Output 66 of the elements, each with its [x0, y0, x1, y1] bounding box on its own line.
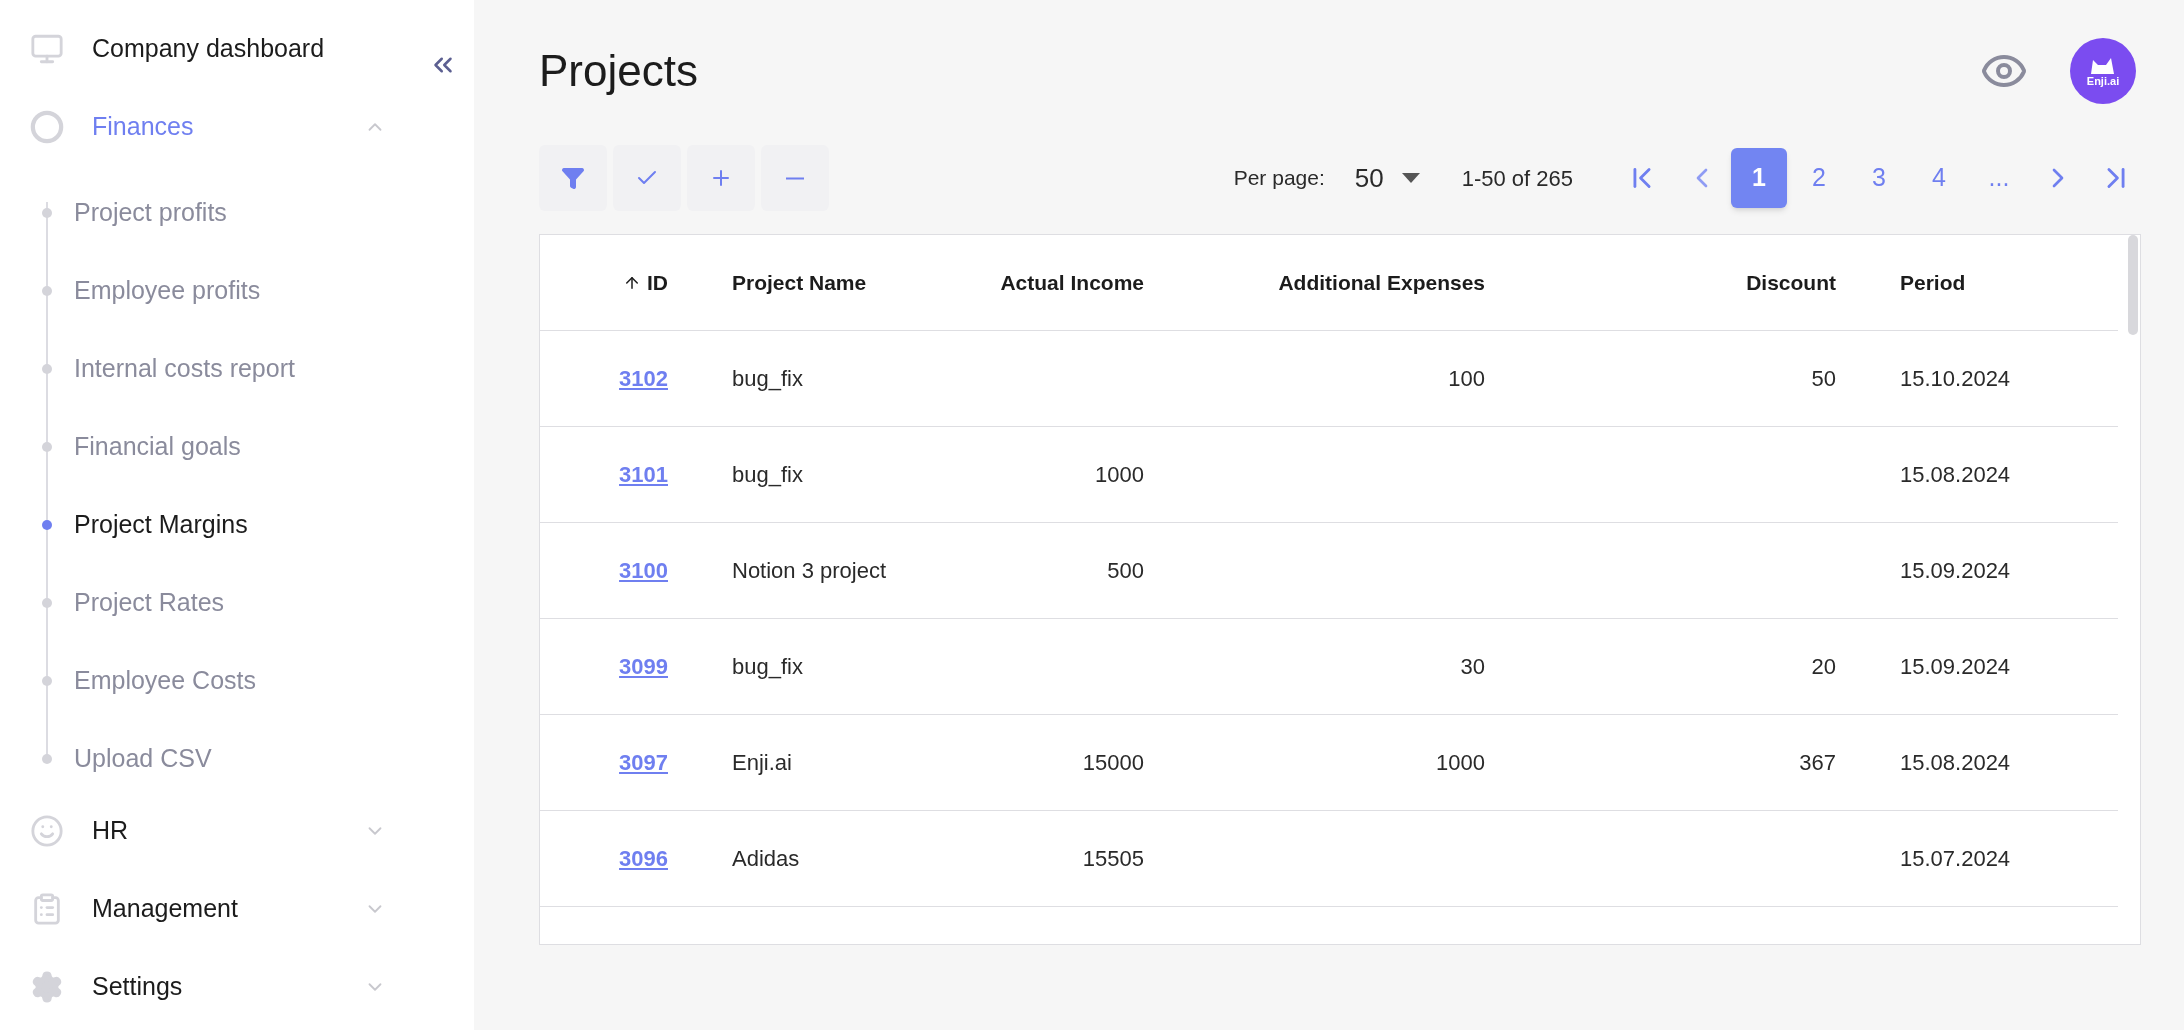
project-id-link[interactable]: 3097 — [619, 746, 668, 779]
page-button[interactable]: ... — [1971, 148, 2027, 208]
table-cell-text: 1000 — [1436, 749, 1485, 777]
sidebar-subitem[interactable]: Project Margins — [42, 486, 474, 564]
sidebar-subitem[interactable]: Project Rates — [42, 564, 474, 642]
table-cell-text: 15.09.2024 — [1900, 557, 2011, 585]
column-header[interactable]: Additional Expenses — [1278, 266, 1485, 299]
page-title: Projects — [539, 45, 699, 97]
minus-icon — [786, 176, 804, 180]
column-header[interactable]: ID — [623, 266, 668, 299]
sidebar-subitem[interactable]: Project profits — [42, 174, 474, 252]
project-id-link[interactable]: 3102 — [619, 362, 668, 395]
settings-icon — [30, 970, 64, 1004]
project-id-link[interactable]: 3100 — [619, 554, 668, 587]
table-cell-text: 20 — [1811, 653, 1836, 681]
project-id-link[interactable]: 3101 — [619, 458, 668, 491]
column-header[interactable]: Actual Income — [1000, 266, 1144, 299]
table-cell-text: 30 — [1460, 653, 1485, 681]
smiley-icon — [30, 814, 64, 848]
table-cell-text: 15.07.2024 — [1900, 845, 2011, 873]
table-cell-text: 1000 — [1095, 461, 1144, 489]
table-cell-text: 15000 — [1082, 749, 1144, 777]
scrollbar[interactable] — [2128, 235, 2138, 335]
table-cell-text: 500 — [1107, 557, 1144, 585]
sidebar-item[interactable]: Finances — [0, 98, 400, 156]
table-cell-text: 15.10.2024 — [1900, 365, 2011, 393]
filter-icon — [561, 166, 585, 190]
sidebar-subitem[interactable]: Internal costs report — [42, 330, 474, 408]
table-cell-text: Adidas — [732, 845, 800, 873]
per-page-label: Per page: — [1233, 165, 1325, 192]
table-cell-text: Notion 3 project — [732, 557, 887, 585]
table-cell-text: 100 — [1448, 365, 1485, 393]
table-cell-text: 15.09.2024 — [1900, 653, 2011, 681]
sidebar-item[interactable]: Management — [0, 880, 400, 938]
page-range: 1-50 of 265 — [1461, 164, 1573, 193]
sidebar-subitem[interactable]: Upload CSV — [42, 720, 474, 798]
table-cell-text: 15.08.2024 — [1900, 461, 2011, 489]
table-cell-text: 50 — [1811, 365, 1836, 393]
page-button[interactable]: 3 — [1851, 148, 1907, 208]
project-id-link[interactable]: 3096 — [619, 842, 668, 875]
table-cell-text: bug_fix — [732, 653, 803, 681]
avatar[interactable]: Enji.ai — [2070, 38, 2136, 104]
sidebar-item[interactable]: HR — [0, 802, 400, 860]
table-cell-text: bug_fix — [732, 461, 803, 489]
page-button[interactable]: 1 — [1731, 148, 1787, 208]
monitor-icon — [30, 32, 64, 66]
sidebar-subitem[interactable]: Employee Costs — [42, 642, 474, 720]
per-page-dropdown[interactable]: 50 — [1354, 158, 1420, 198]
column-header[interactable]: Project Name — [732, 266, 867, 299]
sidebar-subitem[interactable]: Financial goals — [42, 408, 474, 486]
toolbar-button[interactable] — [539, 145, 607, 211]
page-button[interactable]: 4 — [1911, 148, 1967, 208]
sidebar-subitem[interactable]: Employee profits — [42, 252, 474, 330]
table-cell-text: 15.08.2024 — [1900, 749, 2011, 777]
dropdown-caret-icon — [1401, 173, 1420, 183]
project-id-link[interactable]: 3099 — [619, 650, 668, 683]
table-cell-text: 367 — [1799, 749, 1836, 777]
table-cell-text: Enji.ai — [732, 749, 792, 777]
page-button[interactable]: 2 — [1791, 148, 1847, 208]
table-cell-text: 15505 — [1082, 845, 1144, 873]
column-header[interactable]: Period — [1900, 266, 1966, 299]
sidebar-item[interactable]: Settings — [0, 958, 400, 1016]
column-header[interactable]: Discount — [1746, 266, 1836, 299]
table-cell-text: bug_fix — [732, 365, 803, 393]
circle-icon — [30, 110, 64, 144]
sidebar-item[interactable]: Company dashboard — [0, 20, 400, 78]
